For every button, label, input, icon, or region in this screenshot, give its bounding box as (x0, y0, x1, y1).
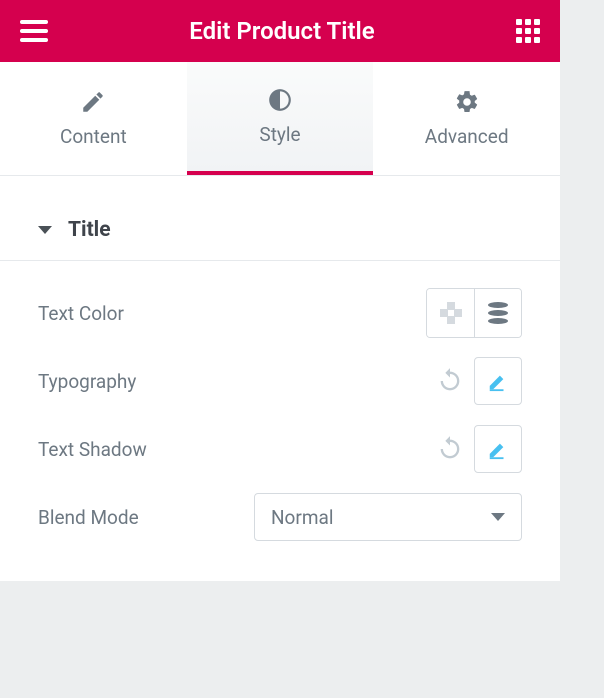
edit-text-shadow-button[interactable] (474, 425, 522, 473)
reset-icon[interactable] (436, 367, 464, 395)
menu-icon[interactable] (20, 20, 48, 42)
blend-mode-select[interactable]: Normal (254, 493, 522, 541)
tab-style-label: Style (259, 123, 300, 146)
contrast-icon (267, 87, 293, 113)
color-picker-group (426, 288, 522, 338)
tab-style[interactable]: Style (187, 62, 374, 175)
row-typography: Typography (38, 347, 522, 415)
gear-icon (454, 89, 480, 115)
label-typography: Typography (38, 370, 136, 393)
label-blend-mode: Blend Mode (38, 506, 139, 529)
pencil-icon (487, 370, 509, 392)
tabs: Content Style Advanced (0, 62, 560, 176)
pencil-icon (487, 438, 509, 460)
label-text-shadow: Text Shadow (38, 438, 147, 461)
database-icon (488, 302, 508, 324)
row-text-color: Text Color (38, 279, 522, 347)
panel-title: Edit Product Title (48, 17, 516, 45)
edit-typography-button[interactable] (474, 357, 522, 405)
footer-space (0, 581, 604, 633)
color-swatch-button[interactable] (427, 289, 474, 337)
tab-content[interactable]: Content (0, 62, 187, 175)
tab-advanced-label: Advanced (425, 125, 509, 148)
label-text-color: Text Color (38, 302, 124, 325)
reset-icon[interactable] (436, 435, 464, 463)
color-none-icon (440, 302, 462, 324)
pencil-icon (80, 89, 106, 115)
panel-header: Edit Product Title (0, 0, 560, 62)
row-text-shadow: Text Shadow (38, 415, 522, 483)
section-title-toggle[interactable]: Title (0, 200, 560, 261)
chevron-down-icon (491, 513, 505, 521)
row-blend-mode: Blend Mode Normal (38, 483, 522, 551)
apps-icon[interactable] (516, 19, 540, 43)
global-color-button[interactable] (474, 289, 521, 337)
caret-down-icon (38, 226, 52, 234)
tab-advanced[interactable]: Advanced (373, 62, 560, 175)
section-title: Title (68, 218, 111, 242)
blend-mode-value: Normal (271, 506, 333, 529)
tab-content-label: Content (60, 125, 127, 148)
